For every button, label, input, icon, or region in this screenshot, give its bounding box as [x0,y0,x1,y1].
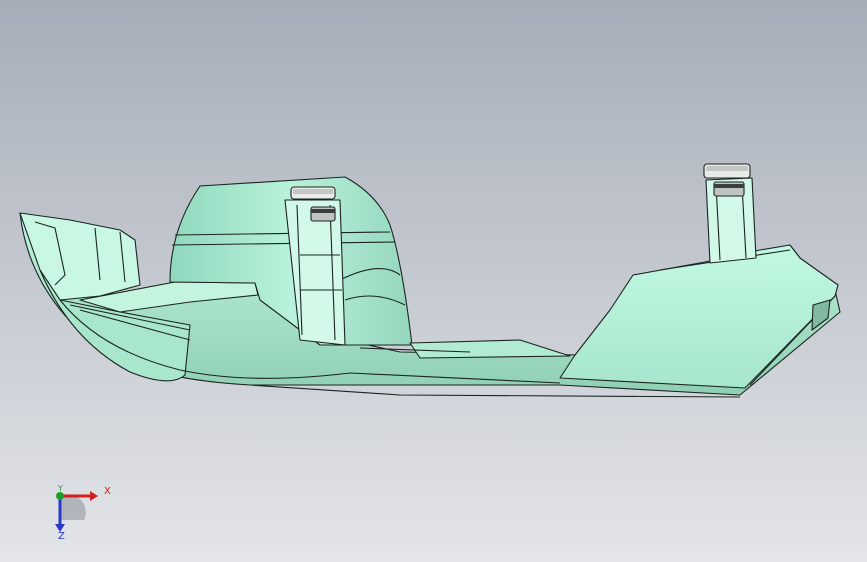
x-axis-label: X [104,486,111,497]
tail-fin [559,244,839,389]
3d-part-model[interactable] [0,0,867,562]
triad-shadow [60,494,86,520]
y-axis-label: Y [58,484,63,493]
center-channel [409,339,571,359]
z-axis-label: Z [58,531,65,542]
cad-graphics-viewport[interactable]: X Y Z [0,0,867,562]
